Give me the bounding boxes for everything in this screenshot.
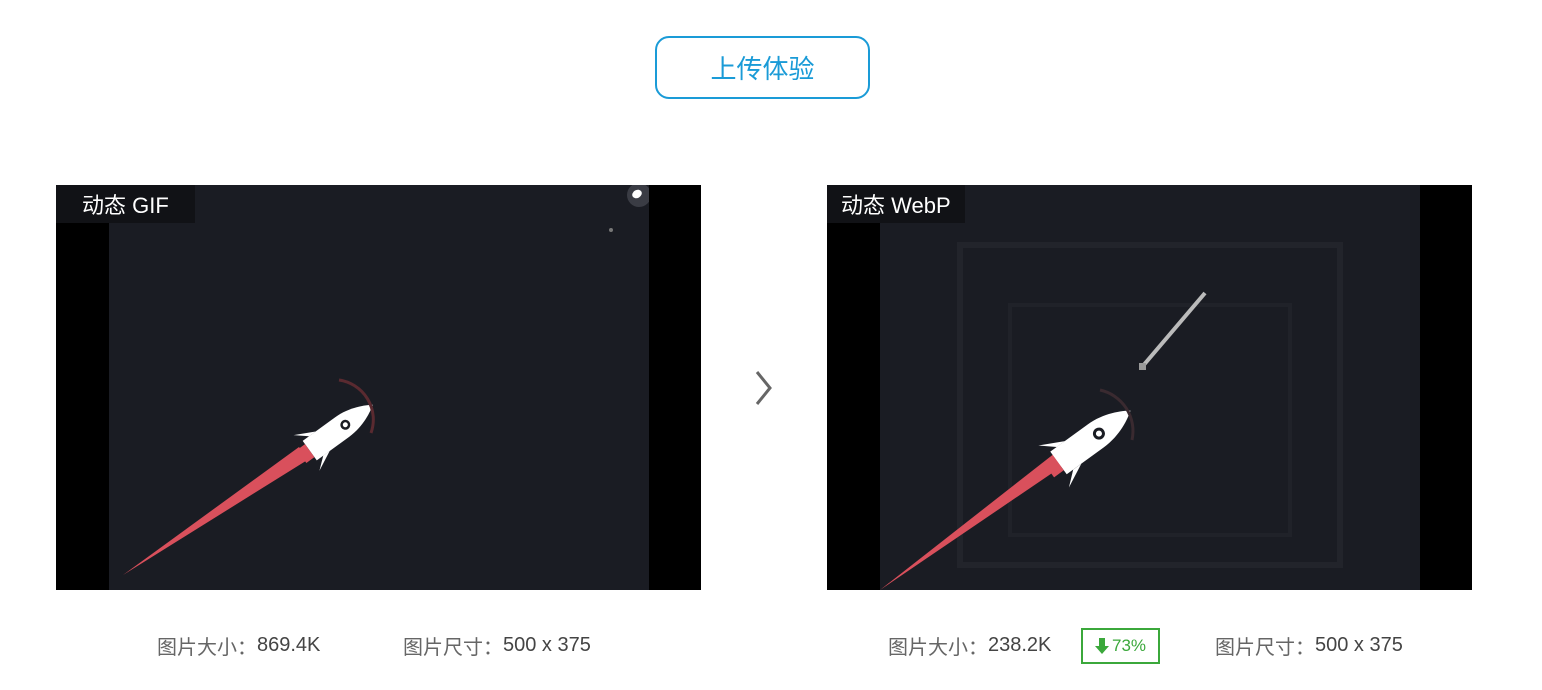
rocket-icon: [1038, 410, 1131, 488]
webp-panel-label: 动态 WebP: [827, 185, 965, 223]
upload-try-button[interactable]: 上传体验: [655, 36, 870, 99]
rocket-illustration-gif: [123, 185, 649, 575]
gif-size-key: 图片大小：: [157, 636, 257, 659]
chevron-right-icon[interactable]: [752, 366, 774, 410]
webp-dim-key: 图片尺寸：: [1215, 636, 1315, 659]
webp-size-key: 图片大小：: [888, 636, 988, 659]
gif-panel-label: 动态 GIF: [56, 185, 195, 223]
webp-animation-canvas: [880, 185, 1420, 590]
webp-dimension-info: 图片尺寸： 500 x 375: [1215, 630, 1403, 660]
webp-preview-panel: 动态 WebP: [827, 185, 1472, 590]
webp-size-value: 238.2K: [988, 633, 1052, 656]
gif-preview-panel: 动态 GIF: [56, 185, 701, 590]
gif-dimension-info: 图片尺寸： 500 x 375: [403, 630, 591, 660]
size-reduction-value: 73%: [1111, 636, 1147, 655]
gif-size-value: 869.4K: [257, 633, 321, 656]
webp-dim-value: 500 x 375: [1315, 633, 1403, 656]
rocket-illustration-webp: [880, 242, 1343, 590]
gif-dim-value: 500 x 375: [503, 633, 591, 656]
size-reduction-badge: 73%: [1081, 628, 1160, 664]
gif-dim-key: 图片尺寸：: [403, 636, 503, 659]
upload-try-label: 上传体验: [710, 54, 815, 84]
arrow-down-icon: [1094, 638, 1109, 654]
webp-size-info: 图片大小： 238.2K: [888, 630, 1051, 660]
gif-animation-canvas: [109, 185, 649, 590]
gif-size-info: 图片大小： 869.4K: [157, 630, 320, 660]
